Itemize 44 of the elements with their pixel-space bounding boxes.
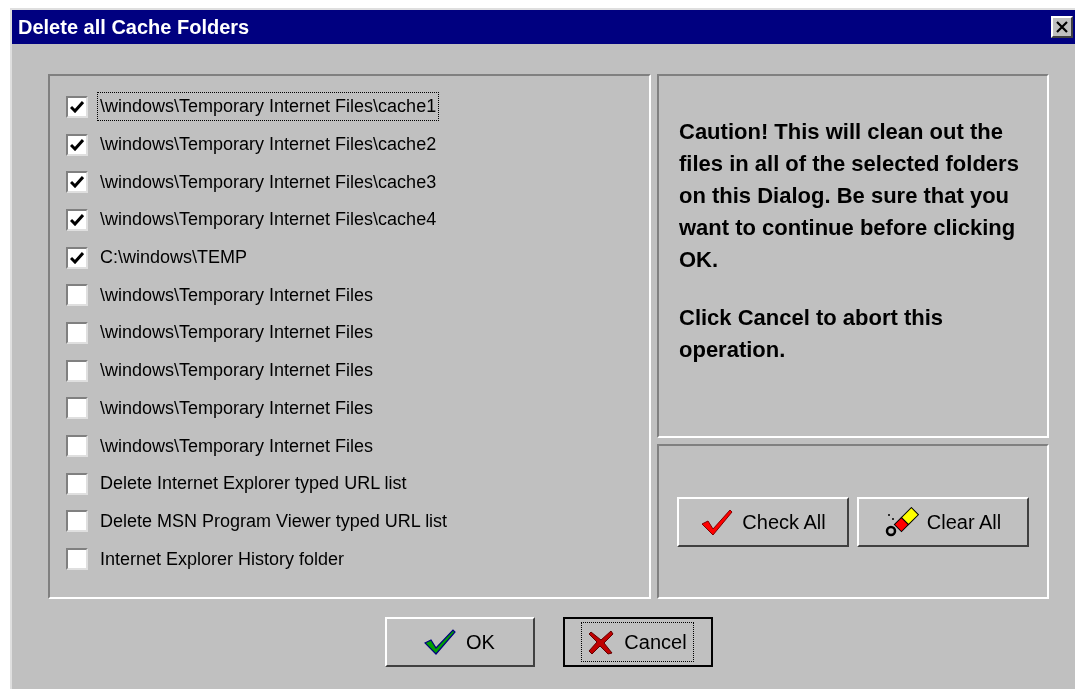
checkbox-label: Delete Internet Explorer typed URL list bbox=[99, 472, 408, 496]
checkbox[interactable] bbox=[66, 510, 88, 533]
checkmark-icon bbox=[700, 507, 735, 536]
checkbox[interactable] bbox=[66, 284, 88, 307]
checkbox[interactable] bbox=[66, 359, 88, 382]
caution-text: Caution! This will clean out the files in all of the selected folders on this Dialog. Be sure that you want to continue before clicking OK. bbox=[679, 118, 1020, 274]
checkbox[interactable] bbox=[66, 171, 88, 194]
close-icon bbox=[1056, 21, 1068, 33]
checkbox-label: \windows\Temporary Internet Files\cache2 bbox=[99, 133, 438, 157]
cancel-button[interactable]: Cancel bbox=[562, 617, 713, 667]
checkbox[interactable] bbox=[66, 246, 88, 269]
checkbox-label: \windows\Temporary Internet Files bbox=[99, 321, 375, 345]
eraser-icon bbox=[884, 506, 919, 537]
checkbox-label: Delete MSN Program Viewer typed URL list bbox=[99, 509, 449, 533]
checkbox-label: \windows\Temporary Internet Files bbox=[99, 434, 375, 458]
caution-text: Click Cancel to abort this operation. bbox=[679, 304, 945, 364]
checkbox[interactable] bbox=[66, 208, 88, 231]
checkbox[interactable] bbox=[66, 95, 88, 118]
checkbox-label: C:\windows\TEMP bbox=[99, 246, 249, 270]
checkmark-icon bbox=[424, 629, 457, 655]
checkbox[interactable] bbox=[66, 472, 88, 495]
checkbox-label: \windows\Temporary Internet Files bbox=[99, 396, 375, 420]
checkbox-label: \windows\Temporary Internet Files\cache1 bbox=[98, 93, 439, 121]
ok-button[interactable]: OK bbox=[384, 617, 535, 667]
checkbox[interactable] bbox=[66, 548, 88, 571]
check-icon bbox=[70, 100, 84, 113]
check-icon bbox=[70, 138, 84, 151]
checkbox-label: \windows\Temporary Internet Files\cache4 bbox=[99, 208, 438, 232]
checkbox-label: \windows\Temporary Internet Files bbox=[99, 283, 375, 307]
checkbox[interactable] bbox=[66, 321, 88, 344]
close-icon bbox=[588, 629, 615, 655]
checkbox-label: \windows\Temporary Internet Files\cache3 bbox=[99, 170, 438, 194]
checkbox-label: Internet Explorer History folder bbox=[99, 547, 346, 571]
checkbox[interactable] bbox=[66, 397, 88, 420]
checkbox[interactable] bbox=[66, 435, 88, 458]
checkbox-label: \windows\Temporary Internet Files bbox=[99, 359, 375, 383]
close-button[interactable] bbox=[1051, 16, 1073, 38]
checkbox[interactable] bbox=[66, 133, 88, 156]
window-title: Delete all Cache Folders bbox=[18, 15, 250, 40]
check-icon bbox=[70, 251, 84, 264]
check-all-button[interactable]: Check All bbox=[677, 496, 849, 547]
check-icon bbox=[70, 176, 84, 189]
check-icon bbox=[70, 213, 84, 226]
clear-all-button[interactable]: Clear All bbox=[857, 496, 1029, 547]
